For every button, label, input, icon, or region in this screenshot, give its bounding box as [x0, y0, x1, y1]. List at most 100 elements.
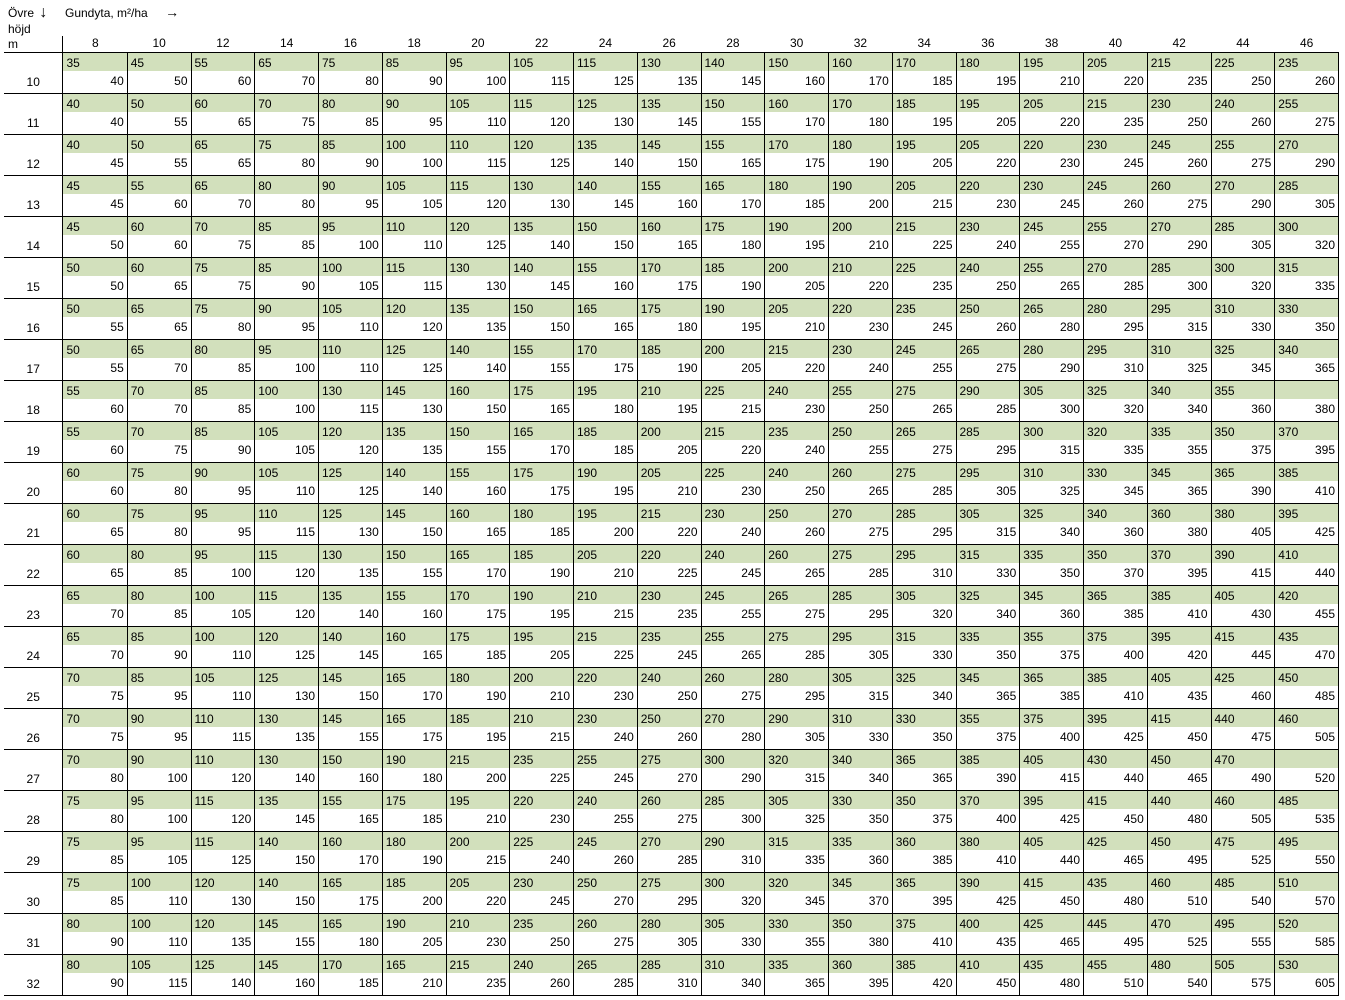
data-cell: 315330 [892, 627, 956, 668]
shaded-value: 85 [255, 217, 318, 235]
shaded-value: 240 [702, 545, 765, 563]
shaded-value: 365 [1084, 586, 1147, 604]
plain-value: 125 [319, 481, 382, 499]
plain-value: 450 [1020, 891, 1083, 909]
data-cell: 385410 [1147, 586, 1211, 627]
data-cell: 7575 [191, 258, 255, 299]
data-cell: 345365 [956, 668, 1020, 709]
plain-value: 390 [957, 768, 1020, 786]
plain-value: 320 [1212, 276, 1275, 294]
data-cell: 195210 [1020, 53, 1084, 94]
plain-value: 70 [63, 645, 126, 663]
plain-value: 385 [1084, 604, 1147, 622]
shaded-value: 100 [255, 381, 318, 399]
plain-value: 285 [957, 399, 1020, 417]
data-cell: 190195 [574, 463, 638, 504]
plain-value: 105 [319, 276, 382, 294]
shaded-value: 175 [702, 217, 765, 235]
shaded-value: 65 [255, 53, 318, 71]
plain-value: 85 [192, 358, 255, 376]
col-header: 10 [127, 36, 191, 53]
shaded-value: 210 [574, 586, 637, 604]
plain-value: 300 [702, 809, 765, 827]
plain-value: 80 [128, 522, 191, 540]
plain-value: 305 [765, 727, 828, 745]
data-cell: 95100 [191, 545, 255, 586]
corner-cell: m [4, 36, 63, 53]
plain-value: 305 [957, 481, 1020, 499]
row-header: 16 [4, 299, 63, 340]
plain-value: 145 [702, 71, 765, 89]
shaded-value: 190 [765, 217, 828, 235]
shaded-value: 105 [319, 299, 382, 317]
shaded-value: 365 [893, 750, 956, 768]
data-cell: 125130 [574, 94, 638, 135]
data-cell: 100100 [382, 135, 446, 176]
shaded-value: 115 [192, 832, 255, 850]
data-cell: 210220 [829, 258, 893, 299]
plain-value: 195 [957, 71, 1020, 89]
data-cell: 235225 [510, 750, 574, 791]
data-cell: 115120 [191, 791, 255, 832]
shaded-value: 125 [383, 340, 446, 358]
plain-value: 170 [702, 194, 765, 212]
data-cell: 285300 [701, 791, 765, 832]
shaded-value: 145 [255, 955, 318, 973]
plain-value: 215 [574, 604, 637, 622]
data-cell: 150155 [701, 94, 765, 135]
data-cell: 160170 [319, 832, 383, 873]
plain-value: 95 [319, 194, 382, 212]
plain-value: 145 [638, 112, 701, 130]
plain-value: 330 [957, 563, 1020, 581]
shaded-value: 115 [447, 176, 510, 194]
shaded-value: 205 [893, 176, 956, 194]
shaded-value: 90 [319, 176, 382, 194]
shaded-value: 75 [63, 873, 126, 891]
data-cell: 100100 [255, 381, 319, 422]
plain-value: 260 [1212, 112, 1275, 130]
shaded-value: 230 [638, 586, 701, 604]
plain-value: 255 [893, 358, 956, 376]
col-header: 38 [1020, 36, 1084, 53]
data-cell: 225240 [510, 832, 574, 873]
plain-value: 95 [192, 522, 255, 540]
shaded-value [1275, 381, 1338, 399]
row-header: 26 [4, 709, 63, 750]
plain-value: 380 [1275, 399, 1338, 417]
data-cell: 165170 [446, 545, 510, 586]
data-cell: 185195 [892, 94, 956, 135]
plain-value: 355 [765, 932, 828, 950]
plain-value: 70 [128, 399, 191, 417]
plain-value: 290 [1275, 153, 1338, 171]
shaded-value: 350 [893, 791, 956, 809]
shaded-value: 170 [574, 340, 637, 358]
shaded-value: 520 [1275, 914, 1338, 932]
data-cell: 9095 [319, 176, 383, 217]
data-cell: 235250 [510, 914, 574, 955]
shaded-value: 130 [638, 53, 701, 71]
shaded-value: 160 [447, 504, 510, 522]
data-cell: 140145 [319, 627, 383, 668]
data-cell: 215235 [1147, 53, 1211, 94]
plain-value: 110 [192, 686, 255, 704]
plain-value: 185 [574, 440, 637, 458]
plain-value: 575 [1212, 973, 1275, 991]
plain-value: 125 [192, 850, 255, 868]
data-cell: 105115 [127, 955, 191, 996]
data-cell: 215220 [765, 340, 829, 381]
shaded-value: 125 [255, 668, 318, 686]
shaded-value: 360 [893, 832, 956, 850]
shaded-value: 140 [702, 53, 765, 71]
plain-value: 210 [574, 563, 637, 581]
data-cell: 135135 [446, 299, 510, 340]
data-cell: 360395 [829, 955, 893, 996]
plain-value: 85 [63, 850, 126, 868]
shaded-value: 420 [1275, 586, 1338, 604]
shaded-value: 75 [128, 463, 191, 481]
plain-value: 135 [383, 440, 446, 458]
plain-value: 315 [765, 768, 828, 786]
data-cell: 185190 [510, 545, 574, 586]
plain-value: 285 [638, 850, 701, 868]
data-cell: 365365 [892, 750, 956, 791]
plain-value: 135 [255, 727, 318, 745]
